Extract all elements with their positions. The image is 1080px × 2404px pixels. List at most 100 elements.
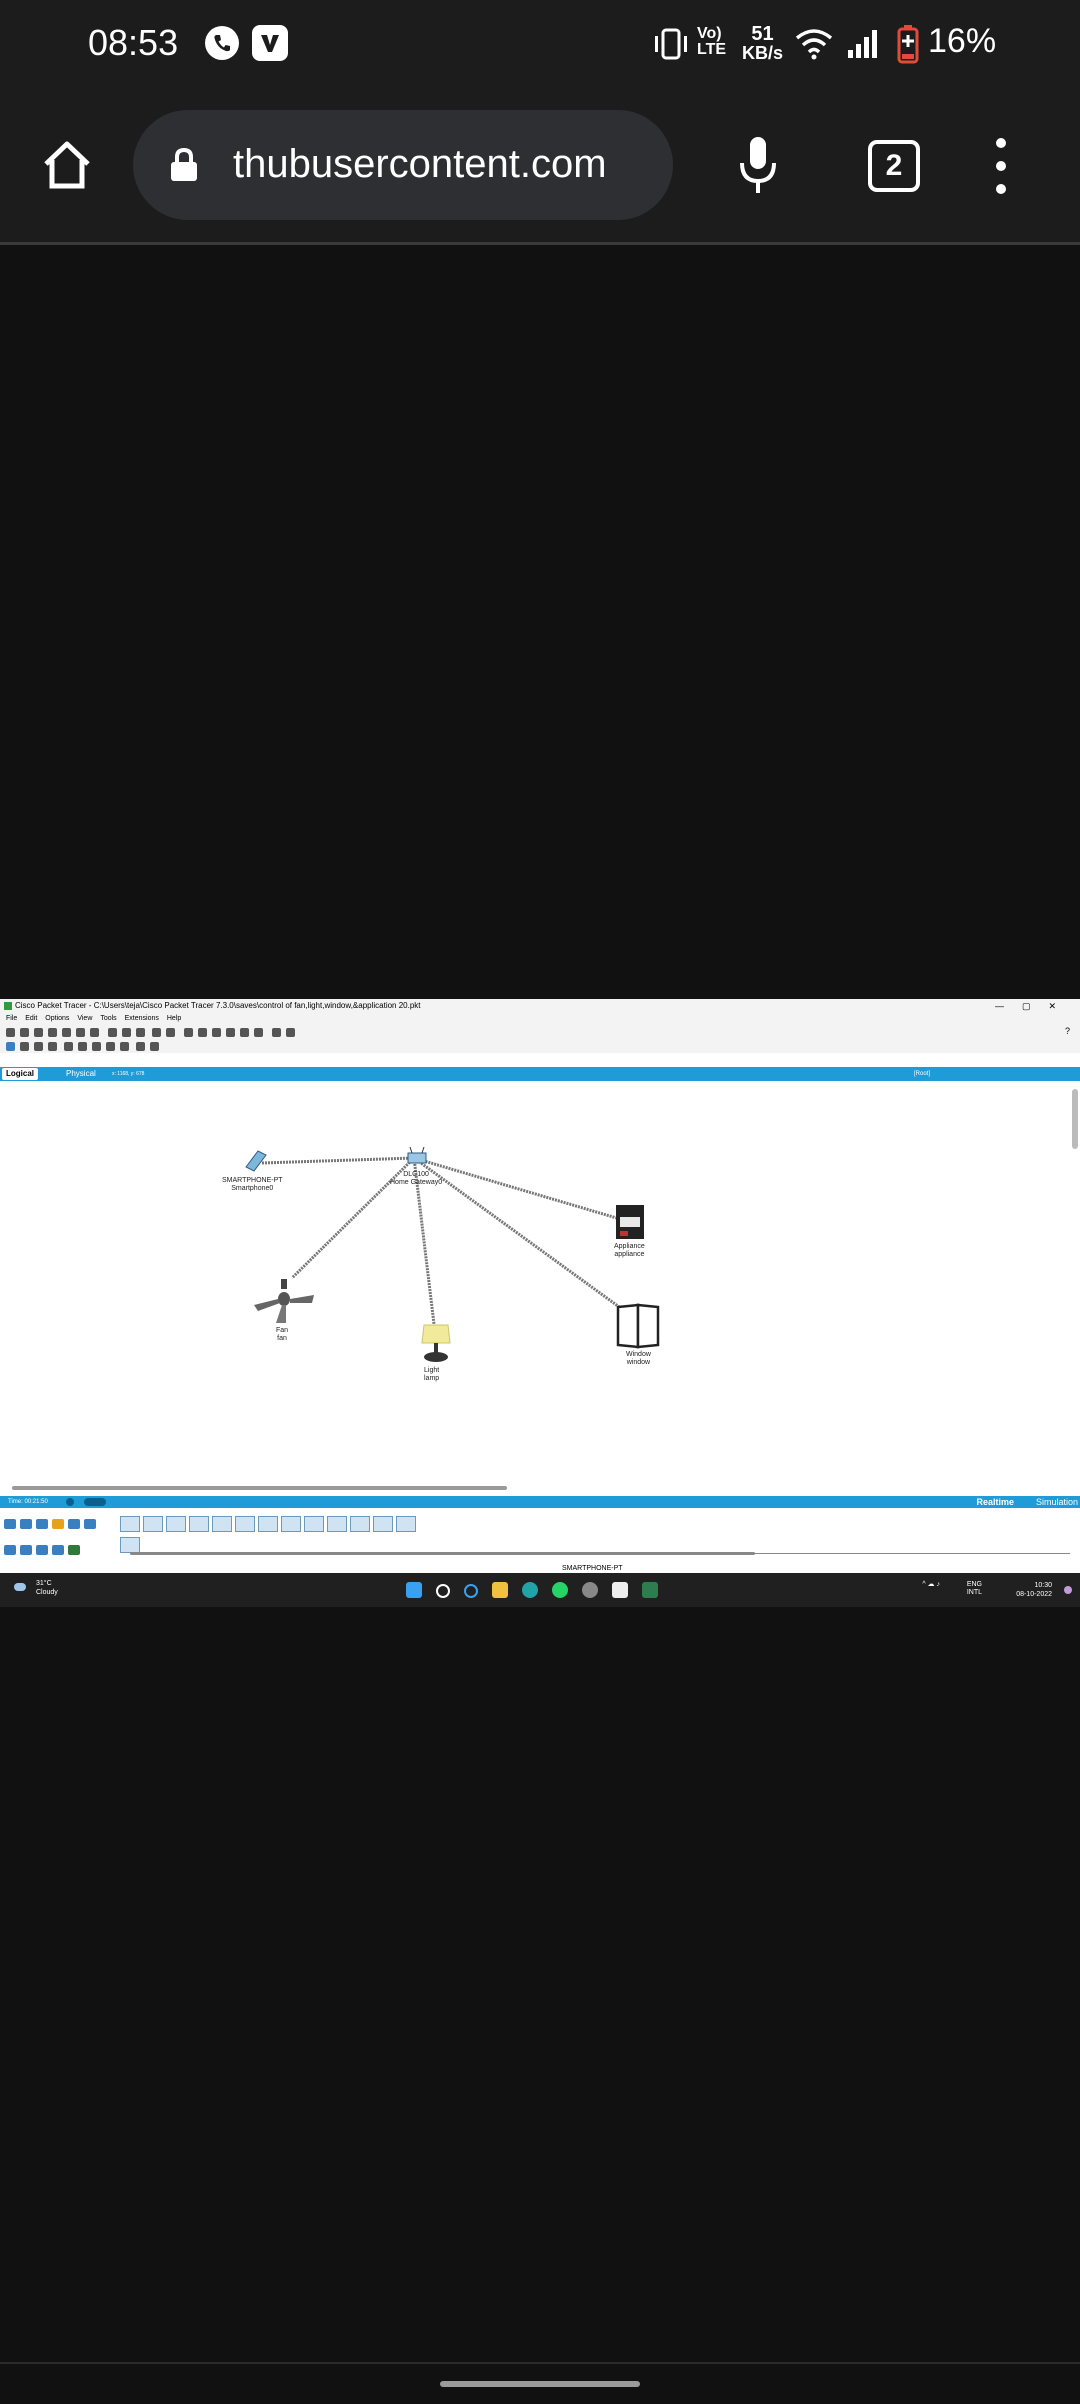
mic-icon[interactable] xyxy=(738,135,778,195)
maximize-button[interactable]: ▢ xyxy=(1022,1001,1049,1011)
rectangle-icon[interactable] xyxy=(92,1042,101,1051)
tab-logical[interactable]: Logical xyxy=(2,1068,39,1080)
edge-icon[interactable] xyxy=(522,1582,538,1598)
network-info-icon[interactable] xyxy=(90,1028,99,1037)
custom-device-icon[interactable] xyxy=(254,1028,263,1037)
info-icon[interactable] xyxy=(62,1028,71,1037)
whatsapp-icon[interactable] xyxy=(552,1582,568,1598)
device-tv-icon[interactable] xyxy=(258,1516,278,1532)
home-icon[interactable] xyxy=(40,138,94,192)
system-tray-icons[interactable]: ^ ☁ ♪ xyxy=(922,1581,940,1589)
tab-physical[interactable]: Physical xyxy=(66,1068,96,1080)
menu-edit[interactable]: Edit xyxy=(25,1015,37,1022)
device-actuator-icon[interactable] xyxy=(396,1516,416,1532)
device-laptop-icon[interactable] xyxy=(143,1516,163,1532)
device-printer-icon[interactable] xyxy=(189,1516,209,1532)
menu-extensions[interactable]: Extensions xyxy=(125,1015,159,1022)
workspace-horizontal-scrollbar[interactable] xyxy=(12,1486,507,1490)
simple-pdu-icon[interactable] xyxy=(136,1042,145,1051)
overflow-menu-icon[interactable] xyxy=(996,138,1006,194)
zoom-reset-icon[interactable] xyxy=(198,1028,207,1037)
realtime-mode-button[interactable]: Realtime xyxy=(976,1496,1014,1508)
palette-icon[interactable] xyxy=(240,1028,249,1037)
redo-icon[interactable] xyxy=(166,1028,175,1037)
activity-icon[interactable] xyxy=(136,1028,145,1037)
resize-icon[interactable] xyxy=(48,1042,57,1051)
copy-icon[interactable] xyxy=(108,1028,117,1037)
select-icon[interactable] xyxy=(6,1042,15,1051)
home-gateway-icon[interactable] xyxy=(406,1147,428,1165)
industrial-sub-icon[interactable] xyxy=(52,1545,64,1555)
device-wireless-icon[interactable] xyxy=(327,1516,347,1532)
menu-view[interactable]: View xyxy=(77,1015,92,1022)
device-tablet-icon[interactable] xyxy=(281,1516,301,1532)
tabs-icon[interactable]: 2 xyxy=(868,140,920,192)
note-icon[interactable] xyxy=(64,1042,73,1051)
ceiling-fan-icon[interactable] xyxy=(252,1279,316,1325)
delete-icon[interactable] xyxy=(34,1042,43,1051)
packet-tracer-icon[interactable] xyxy=(642,1582,658,1598)
ellipse-icon[interactable] xyxy=(106,1042,115,1051)
smartphone-icon[interactable] xyxy=(242,1149,270,1173)
windows-start-icon[interactable] xyxy=(406,1582,422,1598)
fast-forward-icon[interactable] xyxy=(84,1498,106,1506)
freeform-icon[interactable] xyxy=(120,1042,129,1051)
lamp-icon[interactable] xyxy=(418,1323,454,1363)
device-smartphone-icon[interactable] xyxy=(304,1516,324,1532)
end-devices-icon[interactable] xyxy=(20,1519,32,1529)
lock-icon[interactable] xyxy=(169,148,199,182)
window-icon[interactable] xyxy=(616,1303,660,1349)
complex-pdu-icon[interactable] xyxy=(150,1042,159,1051)
logical-workspace[interactable]: SMARTPHONE-PT Smartphone0 DLC100 Home Ga… xyxy=(0,1083,1070,1485)
taskbar-clock[interactable]: 10:30 08-10-2022 xyxy=(1016,1581,1052,1599)
weather-widget[interactable]: 31°C Cloudy xyxy=(36,1579,58,1597)
paste-icon[interactable] xyxy=(122,1028,131,1037)
help-icon[interactable]: ? xyxy=(1065,1026,1070,1036)
minimize-button[interactable]: — xyxy=(995,1001,1022,1011)
device-list-scrollbar[interactable] xyxy=(130,1552,755,1555)
end-device-sub-icon[interactable] xyxy=(4,1545,16,1555)
menu-options[interactable]: Options xyxy=(45,1015,69,1022)
language-indicator[interactable]: ENG INTL xyxy=(967,1581,982,1597)
device-sniffer-icon[interactable] xyxy=(350,1516,370,1532)
zoom-out-icon[interactable] xyxy=(212,1028,221,1037)
workspace-vertical-scrollbar[interactable] xyxy=(1072,1089,1078,1149)
device-mcu-icon[interactable] xyxy=(120,1537,140,1553)
open-icon[interactable] xyxy=(20,1028,29,1037)
components-icon[interactable] xyxy=(36,1519,48,1529)
device-sensor-icon[interactable] xyxy=(373,1516,393,1532)
device-phone-icon[interactable] xyxy=(212,1516,232,1532)
viewport-icon[interactable] xyxy=(272,1028,281,1037)
simulation-mode-button[interactable]: Simulation xyxy=(1036,1496,1078,1508)
zoom-in-icon[interactable] xyxy=(184,1028,193,1037)
dell-icon[interactable] xyxy=(582,1582,598,1598)
save-icon[interactable] xyxy=(34,1028,43,1037)
undo-icon[interactable] xyxy=(152,1028,161,1037)
home-sub-icon[interactable] xyxy=(20,1545,32,1555)
connections-icon[interactable] xyxy=(52,1519,64,1529)
network-devices-icon[interactable] xyxy=(4,1519,16,1529)
print-icon[interactable] xyxy=(48,1028,57,1037)
drawing-icon[interactable] xyxy=(226,1028,235,1037)
inspect-icon[interactable] xyxy=(20,1042,29,1051)
wizard-icon[interactable] xyxy=(76,1028,85,1037)
power-cycle-icon[interactable] xyxy=(66,1498,74,1506)
menu-tools[interactable]: Tools xyxy=(100,1015,116,1022)
device-pc-icon[interactable] xyxy=(120,1516,140,1532)
appliance-icon[interactable] xyxy=(614,1203,648,1241)
device-voip-icon[interactable] xyxy=(235,1516,255,1532)
url-text[interactable]: thubusercontent.com xyxy=(233,142,607,187)
file-explorer-icon[interactable] xyxy=(492,1582,508,1598)
menu-help[interactable]: Help xyxy=(167,1015,181,1022)
address-bar[interactable]: thubusercontent.com xyxy=(133,110,673,220)
search-icon[interactable] xyxy=(436,1584,450,1598)
power-grid-sub-icon[interactable] xyxy=(68,1545,80,1555)
multiuser-icon[interactable] xyxy=(84,1519,96,1529)
gesture-bar[interactable] xyxy=(440,2381,640,2387)
smart-city-sub-icon[interactable] xyxy=(36,1545,48,1555)
misc-icon[interactable] xyxy=(68,1519,80,1529)
close-button[interactable]: ✕ xyxy=(1048,1001,1074,1011)
notification-icon[interactable] xyxy=(1064,1586,1072,1594)
new-icon[interactable] xyxy=(6,1028,15,1037)
pdu-list-icon[interactable] xyxy=(286,1028,295,1037)
